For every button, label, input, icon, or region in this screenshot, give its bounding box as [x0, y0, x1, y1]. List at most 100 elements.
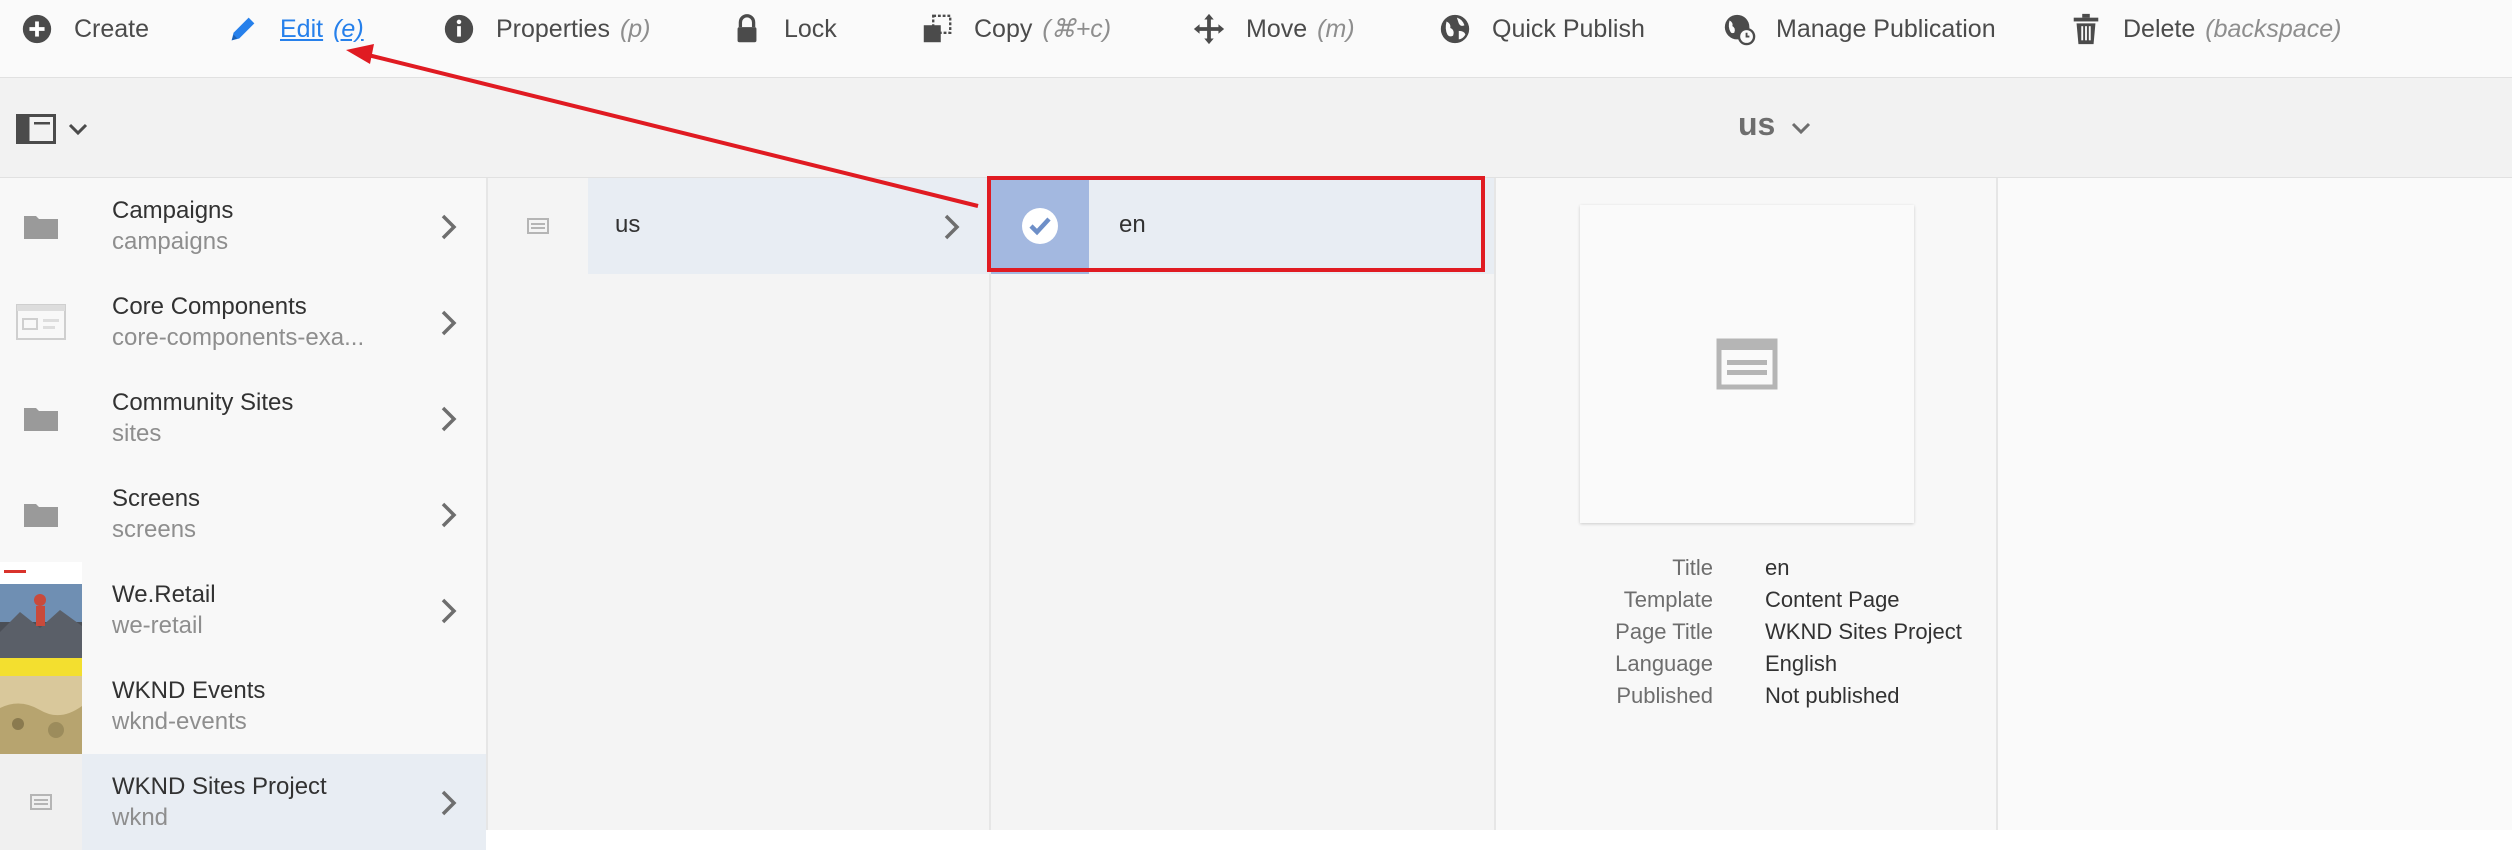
item-subtitle: sites	[112, 420, 162, 447]
header-bar: us	[0, 78, 2512, 178]
meta-row: Published Not published	[1496, 683, 1996, 715]
move-button[interactable]: Move (m)	[1190, 0, 1355, 58]
language-column: en	[991, 178, 1496, 830]
meta-row: Title en	[1496, 555, 1996, 587]
meta-key: Title	[1672, 555, 1713, 580]
create-label: Create	[74, 14, 150, 43]
folder-icon	[0, 370, 82, 466]
meta-row: Template Content Page	[1496, 587, 1996, 619]
delete-button[interactable]: Delete (backspace)	[2067, 0, 2341, 58]
action-bar: Create Edit (e) Properties (p) Lock Copy…	[0, 0, 2512, 78]
edit-button[interactable]: Edit (e)	[224, 0, 364, 58]
item-subtitle: wknd	[112, 804, 169, 831]
meta-key: Published	[1616, 683, 1713, 708]
meta-key: Language	[1615, 651, 1713, 676]
pencil-icon	[224, 10, 262, 48]
chevron-right-icon[interactable]	[438, 788, 460, 818]
meta-value: en	[1765, 555, 1790, 580]
delete-shortcut: (backspace)	[2205, 14, 2342, 43]
add-circle-icon	[18, 10, 56, 48]
meta-value: WKND Sites Project	[1765, 619, 1962, 644]
manage-publication-button[interactable]: Manage Publication	[1720, 0, 1996, 58]
item-title: WKND Events	[112, 677, 266, 704]
properties-label: Properties	[496, 14, 610, 43]
meta-value: English	[1765, 651, 1838, 676]
preview-panel: Title en Template Content Page Page Titl…	[1496, 178, 1998, 830]
chevron-right-icon[interactable]	[941, 212, 963, 242]
page-icon	[0, 754, 82, 850]
delete-label: Delete	[2123, 14, 2196, 43]
chevron-right-icon[interactable]	[438, 596, 460, 626]
list-item[interactable]: Core Components core-components-exa...	[0, 274, 486, 370]
copy-icon	[918, 10, 956, 48]
create-button[interactable]: Create	[18, 0, 149, 58]
lock-label: Lock	[784, 14, 837, 43]
rail-icon	[16, 114, 56, 149]
manage-publication-label: Manage Publication	[1776, 14, 1996, 43]
list-item-selected[interactable]: WKND Sites Project wknd	[0, 754, 486, 850]
move-icon	[1190, 10, 1228, 48]
meta-row: Language English	[1496, 651, 1996, 683]
chevron-right-icon[interactable]	[438, 500, 460, 530]
page-title: us	[1738, 106, 1776, 142]
move-shortcut: (m)	[1317, 14, 1355, 43]
folder-icon	[0, 178, 82, 274]
chevron-down-icon	[1791, 106, 1811, 143]
globe-icon	[1436, 10, 1474, 48]
globe-clock-icon	[1720, 10, 1758, 48]
item-title: Screens	[112, 485, 201, 512]
meta-value: Not published	[1765, 683, 1900, 708]
list-item[interactable]: Screens screens	[0, 466, 486, 562]
meta-row: Page Title WKND Sites Project	[1496, 619, 1996, 651]
list-item[interactable]: WKND Events wknd-events	[0, 658, 486, 754]
list-item[interactable]: We.Retail we-retail	[0, 562, 486, 658]
page-template-icon	[0, 274, 82, 370]
move-label: Move	[1246, 14, 1308, 43]
trash-icon	[2067, 10, 2105, 48]
chevron-right-icon[interactable]	[438, 212, 460, 242]
sites-column: Campaigns campaigns Core Components core…	[0, 178, 488, 850]
list-item[interactable]: Campaigns campaigns	[0, 178, 486, 274]
chevron-down-icon	[68, 122, 88, 141]
meta-value: Content Page	[1765, 587, 1900, 612]
info-icon	[440, 10, 478, 48]
wknd-events-thumbnail	[0, 658, 82, 754]
we-retail-thumbnail	[0, 562, 82, 658]
preview-thumbnail	[1580, 205, 1914, 523]
list-item[interactable]: Community Sites sites	[0, 370, 486, 466]
item-subtitle: we-retail	[112, 612, 203, 639]
edit-shortcut: (e)	[333, 14, 364, 43]
meta-key: Page Title	[1615, 619, 1713, 644]
lock-icon	[728, 10, 766, 48]
annotation-highlight-box	[987, 176, 1485, 272]
meta-key: Template	[1623, 587, 1713, 612]
quick-publish-button[interactable]: Quick Publish	[1436, 0, 1645, 58]
item-title: WKND Sites Project	[112, 773, 327, 800]
chevron-right-icon[interactable]	[438, 308, 460, 338]
item-title: Campaigns	[112, 197, 234, 224]
chevron-right-icon[interactable]	[438, 404, 460, 434]
copy-button[interactable]: Copy (⌘+c)	[918, 0, 1111, 58]
edit-label: Edit	[280, 14, 324, 43]
copy-label: Copy	[974, 14, 1033, 43]
quick-publish-label: Quick Publish	[1492, 14, 1645, 43]
item-title: We.Retail	[112, 581, 216, 608]
item-subtitle: core-components-exa...	[112, 324, 365, 351]
item-title: Community Sites	[112, 389, 294, 416]
page-icon	[1716, 338, 1778, 390]
item-title: us	[615, 211, 641, 238]
rail-toggle-button[interactable]	[16, 114, 88, 149]
copy-shortcut: (⌘+c)	[1042, 15, 1112, 43]
item-subtitle: wknd-events	[112, 708, 247, 735]
empty-column	[1998, 178, 2512, 830]
folder-icon	[0, 466, 82, 562]
properties-shortcut: (p)	[619, 14, 651, 43]
list-item-selected[interactable]: us	[488, 178, 989, 274]
lock-button[interactable]: Lock	[728, 0, 837, 58]
country-column: us	[488, 178, 991, 830]
page-icon	[488, 178, 588, 274]
breadcrumb-title[interactable]: us	[1738, 106, 1811, 143]
item-subtitle: campaigns	[112, 228, 229, 255]
item-subtitle: screens	[112, 516, 197, 543]
properties-button[interactable]: Properties (p)	[440, 0, 651, 58]
